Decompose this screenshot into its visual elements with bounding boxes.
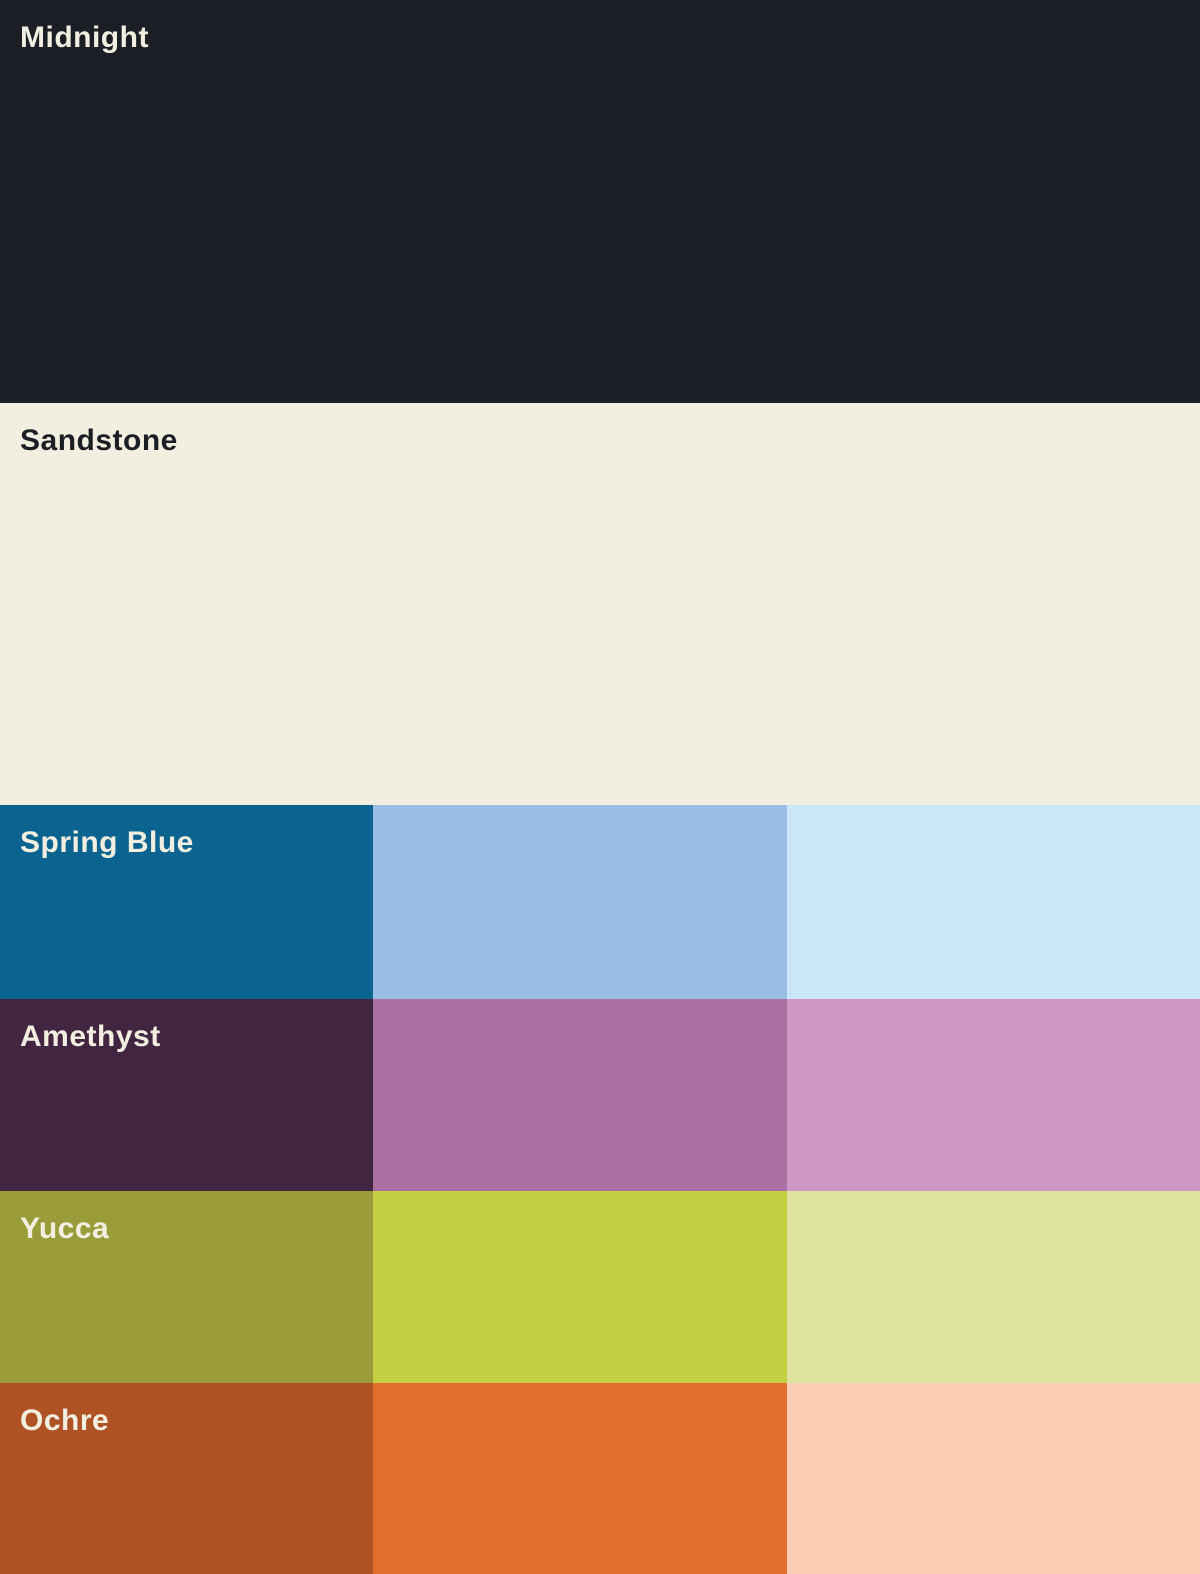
section-yucca: Yucca: [0, 1191, 1200, 1383]
ochre-mid-swatch: [373, 1383, 787, 1574]
color-palette-page: Midnight Sandstone Spring Blue Amethyst …: [0, 0, 1200, 1574]
section-ochre: Ochre: [0, 1383, 1200, 1574]
section-sandstone: Sandstone: [0, 403, 1200, 805]
spring-blue-light-swatch: [786, 805, 1200, 999]
midnight-swatch: Midnight: [0, 0, 1200, 403]
amethyst-light-swatch: [786, 999, 1200, 1191]
ochre-light-swatch: [786, 1383, 1200, 1574]
section-midnight: Midnight: [0, 0, 1200, 403]
amethyst-dark-swatch: Amethyst: [0, 999, 373, 1191]
midnight-title: Midnight: [20, 21, 149, 54]
spring-blue-dark-swatch: Spring Blue: [0, 805, 373, 999]
section-amethyst: Amethyst: [0, 999, 1200, 1191]
sandstone-swatch: Sandstone: [0, 403, 1200, 805]
ochre-dark-swatch: Ochre: [0, 1383, 373, 1574]
yucca-title: Yucca: [20, 1212, 110, 1245]
amethyst-mid-swatch: [373, 999, 787, 1191]
yucca-light-swatch: [786, 1191, 1200, 1383]
ochre-title: Ochre: [20, 1404, 110, 1437]
yucca-mid-swatch: [373, 1191, 787, 1383]
yucca-dark-swatch: Yucca: [0, 1191, 373, 1383]
section-spring-blue: Spring Blue: [0, 805, 1200, 999]
sandstone-title: Sandstone: [20, 424, 178, 457]
spring-blue-mid-swatch: [373, 805, 787, 999]
spring-blue-title: Spring Blue: [20, 826, 194, 859]
amethyst-title: Amethyst: [20, 1020, 161, 1053]
